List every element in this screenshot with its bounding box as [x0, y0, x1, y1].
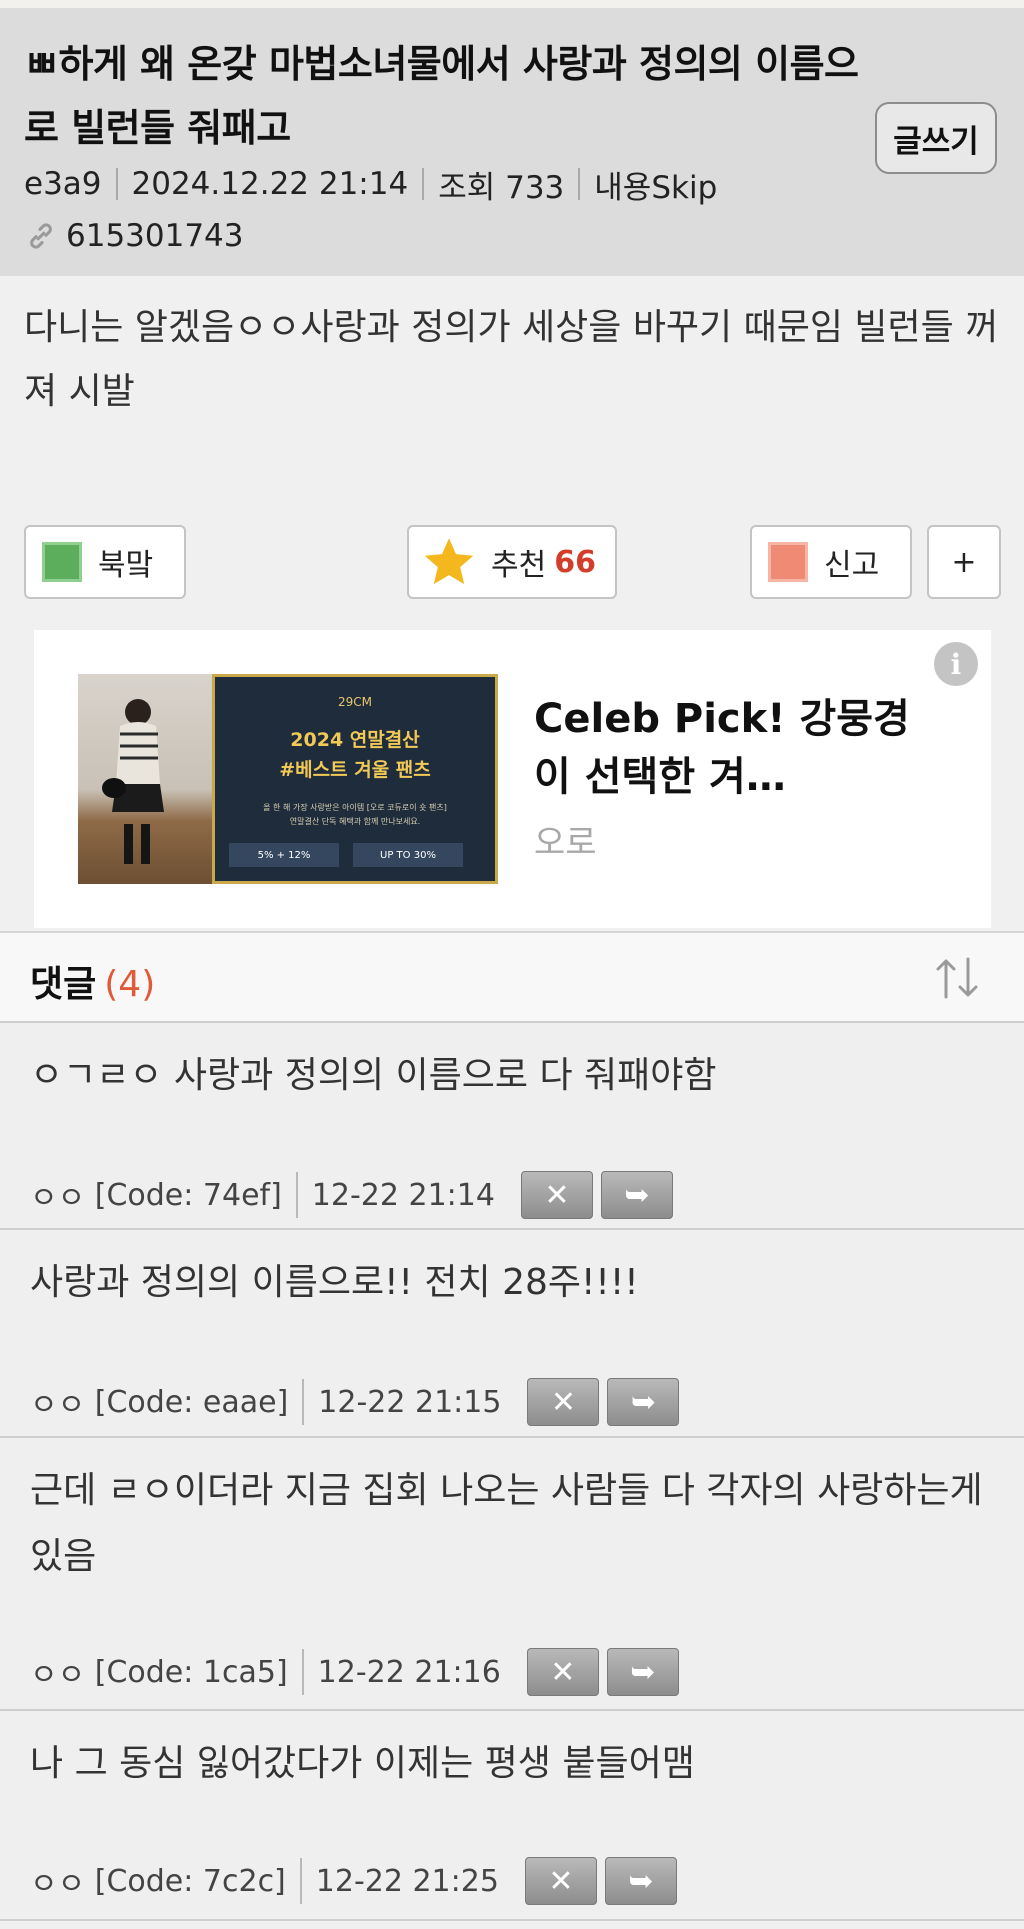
comment-author: ㅇㅇ — [30, 1658, 86, 1693]
post-views: 조회 733 — [438, 169, 565, 206]
delete-icon[interactable]: ✕ — [524, 1857, 597, 1905]
delete-icon[interactable]: ✕ — [526, 1648, 599, 1696]
divider — [302, 1379, 305, 1425]
bookmark-button[interactable]: 북맠 — [24, 525, 186, 599]
delete-icon[interactable]: ✕ — [527, 1378, 600, 1426]
ad-banner-headline-1: 2024 연말결산 — [290, 729, 420, 751]
recommend-label: 추천 — [491, 548, 547, 583]
ad-banner-pill-1: 5% + 12% — [229, 843, 339, 867]
reply-icon[interactable]: ➥ — [606, 1648, 679, 1696]
divider — [299, 1858, 302, 1904]
bookmark-icon — [42, 542, 82, 582]
comments-title: 댓글 (4) — [30, 955, 155, 1007]
recommend-count: 66 — [554, 544, 596, 580]
divider — [578, 168, 581, 200]
comment-item: 사랑과 정의의 이름으로!! 전치 28주!!!! ㅇㅇ [Code: eaae… — [0, 1230, 1024, 1438]
comment-item: ㅇㄱㄹㅇ 사랑과 정의의 이름으로 다 줘패야함 ㅇㅇ [Code: 74ef]… — [0, 1023, 1024, 1230]
post-title: ㅃ하게 왜 온갖 마법소녀물에서 사랑과 정의의 이름으로 빌런들 줘패고 — [24, 42, 859, 150]
comment-meta: ㅇㅇ [Code: 74ef] 12-22 21:14 ✕ ➥ — [30, 1171, 673, 1219]
comment-text: 사랑과 정의의 이름으로!! 전치 28주!!!! — [30, 1262, 639, 1303]
comment-author: ㅇㅇ — [30, 1867, 86, 1902]
bookmark-label: 북맠 — [98, 548, 154, 583]
post-id: 615301743 — [66, 218, 244, 254]
ad-banner: 29CM 2024 연말결산 #베스트 겨울 팬츠 올 한 해 가장 사랑받은 … — [212, 674, 498, 884]
comment-time: 12-22 21:25 — [315, 1863, 499, 1899]
reply-icon[interactable]: ➥ — [607, 1378, 680, 1426]
info-icon[interactable]: i — [934, 642, 978, 686]
divider — [115, 168, 118, 200]
ad-banner-headline-2: #베스트 겨울 팬츠 — [279, 759, 431, 781]
ad-card[interactable]: 29CM 2024 연말결산 #베스트 겨울 팬츠 올 한 해 가장 사랑받은 … — [34, 630, 991, 928]
comment-item: 나 그 동심 잃어갔다가 이제는 평생 붙들어맴 ㅇㅇ [Code: 7c2c]… — [0, 1711, 1024, 1921]
comment-meta: ㅇㅇ [Code: eaae] 12-22 21:15 ✕ ➥ — [30, 1378, 680, 1426]
comment-author: ㅇㅇ — [30, 1388, 86, 1423]
ad-banner-sub-2: 연말결산 단독 혜택과 함께 만나보세요. — [289, 817, 421, 826]
reply-icon[interactable]: ➥ — [604, 1857, 677, 1905]
post-header: ㅃ하게 왜 온갖 마법소녀물에서 사랑과 정의의 이름으로 빌런들 줘패고 글쓰… — [0, 8, 1024, 276]
divider — [422, 168, 425, 200]
skip-content-link[interactable]: 내용Skip — [594, 162, 717, 207]
comment-code: [Code: 74ef] — [94, 1177, 282, 1213]
comment-text: ㅇㄱㄹㅇ 사랑과 정의의 이름으로 다 줘패야함 — [30, 1055, 717, 1096]
ad-photo — [78, 674, 212, 884]
comment-item: 근데 ㄹㅇ이더라 지금 집회 나오는 사람들 다 각자의 사랑하는게 있음 ㅇㅇ… — [0, 1438, 1024, 1711]
recommend-button[interactable]: 추천 66 — [407, 525, 617, 599]
comments-header: 댓글 (4) — [0, 931, 1024, 1023]
comment-code: [Code: eaae] — [94, 1384, 289, 1420]
post-date: 2024.12.22 21:14 — [131, 166, 409, 202]
comment-author: ㅇㅇ — [30, 1181, 86, 1216]
divider — [301, 1649, 304, 1695]
comments-count: (4) — [104, 964, 156, 1005]
comment-time: 12-22 21:16 — [317, 1654, 501, 1690]
comments-label: 댓글 — [30, 964, 97, 1005]
comment-code: [Code: 1ca5] — [94, 1654, 288, 1690]
ad-banner-pill-2: UP TO 30% — [353, 843, 463, 867]
comment-meta: ㅇㅇ [Code: 7c2c] 12-22 21:25 ✕ ➥ — [30, 1857, 677, 1905]
post-link[interactable]: 615301743 — [24, 214, 244, 258]
sort-icon[interactable] — [930, 953, 984, 1003]
post-body: 다니는 알겠음ㅇㅇ사랑과 정의가 세상을 바꾸기 때문임 빌런들 꺼져 시발 — [24, 307, 999, 412]
report-icon — [768, 542, 808, 582]
write-button[interactable]: 글쓰기 — [875, 102, 997, 174]
reply-icon[interactable]: ➥ — [600, 1171, 673, 1219]
link-icon — [30, 223, 52, 249]
comment-code: [Code: 7c2c] — [94, 1863, 286, 1899]
ad-brand: 오로 — [534, 823, 597, 863]
ad-banner-brand: 29CM — [337, 695, 372, 709]
divider — [295, 1172, 298, 1218]
post-meta: e3a9 2024.12.22 21:14 조회 733 내용Skip — [24, 160, 717, 208]
more-button[interactable]: + — [927, 525, 1001, 599]
post-author[interactable]: e3a9 — [24, 166, 102, 202]
comment-text: 근데 ㄹㅇ이더라 지금 집회 나오는 사람들 다 각자의 사랑하는게 있음 — [30, 1470, 983, 1577]
comment-meta: ㅇㅇ [Code: 1ca5] 12-22 21:16 ✕ ➥ — [30, 1648, 679, 1696]
delete-icon[interactable]: ✕ — [520, 1171, 593, 1219]
comment-time: 12-22 21:14 — [311, 1177, 495, 1213]
ad-image[interactable]: 29CM 2024 연말결산 #베스트 겨울 팬츠 올 한 해 가장 사랑받은 … — [78, 674, 498, 884]
comment-text: 나 그 동심 잃어갔다가 이제는 평생 붙들어맴 — [30, 1743, 695, 1784]
report-button[interactable]: 신고 — [750, 525, 912, 599]
ad-banner-sub-1: 올 한 해 가장 사랑받은 아이템 [오로 코듀로이 숏 팬츠] — [263, 803, 447, 812]
ad-model-figure — [102, 699, 164, 864]
comment-time: 12-22 21:15 — [318, 1384, 502, 1420]
top-strip — [0, 0, 1024, 8]
ad-title[interactable]: Celeb Pick! 강뭉경이 선택한 겨… — [534, 690, 914, 806]
report-label: 신고 — [824, 548, 880, 583]
star-icon — [424, 538, 474, 585]
